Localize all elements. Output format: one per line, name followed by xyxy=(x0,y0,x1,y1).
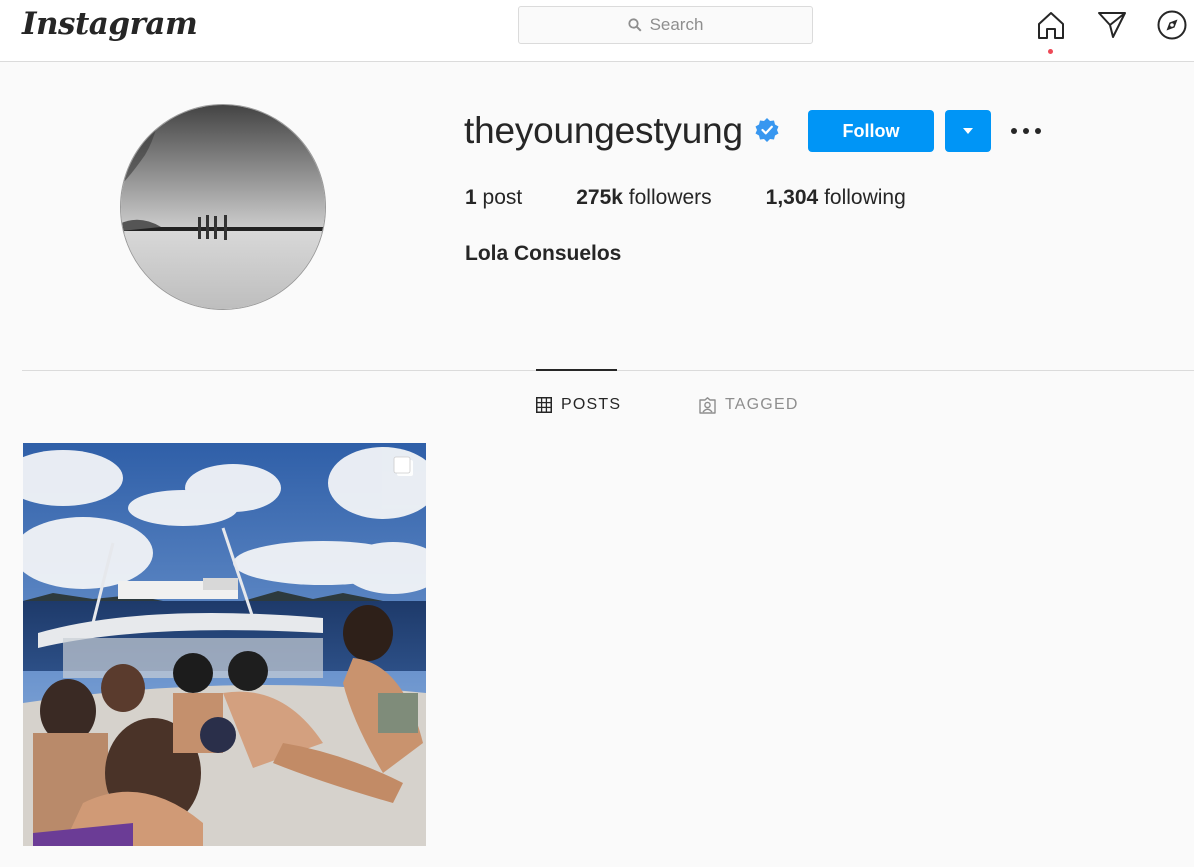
search-icon xyxy=(627,18,642,32)
triangle-down-icon xyxy=(963,128,973,134)
followers-label: followers xyxy=(628,186,712,209)
posts-label: post xyxy=(482,186,523,209)
stat-followers[interactable]: 275k followers xyxy=(576,186,711,210)
tagged-icon xyxy=(699,396,716,414)
top-nav-bar: Instagram Search xyxy=(0,0,1194,62)
active-tab-indicator xyxy=(536,369,617,371)
notification-dot xyxy=(1048,49,1053,54)
grid-icon xyxy=(536,397,552,413)
followers-count: 275k xyxy=(576,186,623,209)
search-placeholder: Search xyxy=(649,15,704,34)
profile-avatar[interactable] xyxy=(120,104,326,310)
post-thumbnail[interactable] xyxy=(23,443,426,846)
tab-tagged-label: TAGGED xyxy=(725,396,799,413)
suggested-dropdown-button[interactable] xyxy=(945,110,991,152)
following-count: 1,304 xyxy=(765,186,819,209)
posts-count: 1 xyxy=(465,186,477,209)
more-options-button[interactable] xyxy=(1006,116,1046,146)
search-input[interactable]: Search xyxy=(518,6,813,44)
stat-following[interactable]: 1,304 following xyxy=(766,186,906,210)
tab-posts[interactable]: POSTS xyxy=(536,396,621,414)
profile-stats: 1 post 275k followers 1,304 following xyxy=(465,186,960,210)
verified-badge-icon xyxy=(755,118,779,142)
tab-tagged[interactable]: TAGGED xyxy=(699,396,799,414)
explore-icon[interactable] xyxy=(1155,8,1189,42)
following-label: following xyxy=(824,186,906,209)
ellipsis-icon xyxy=(1011,128,1041,134)
direct-icon[interactable] xyxy=(1095,8,1129,42)
follow-button[interactable]: Follow xyxy=(808,110,934,152)
profile-full-name: Lola Consuelos xyxy=(465,242,622,265)
multiple-photos-icon xyxy=(393,456,413,476)
home-icon[interactable] xyxy=(1034,8,1068,42)
profile-username: theyoungestyung xyxy=(464,110,743,151)
instagram-logo[interactable]: Instagram xyxy=(22,6,198,42)
tab-posts-label: POSTS xyxy=(561,396,622,413)
stat-posts: 1 post xyxy=(465,186,522,210)
